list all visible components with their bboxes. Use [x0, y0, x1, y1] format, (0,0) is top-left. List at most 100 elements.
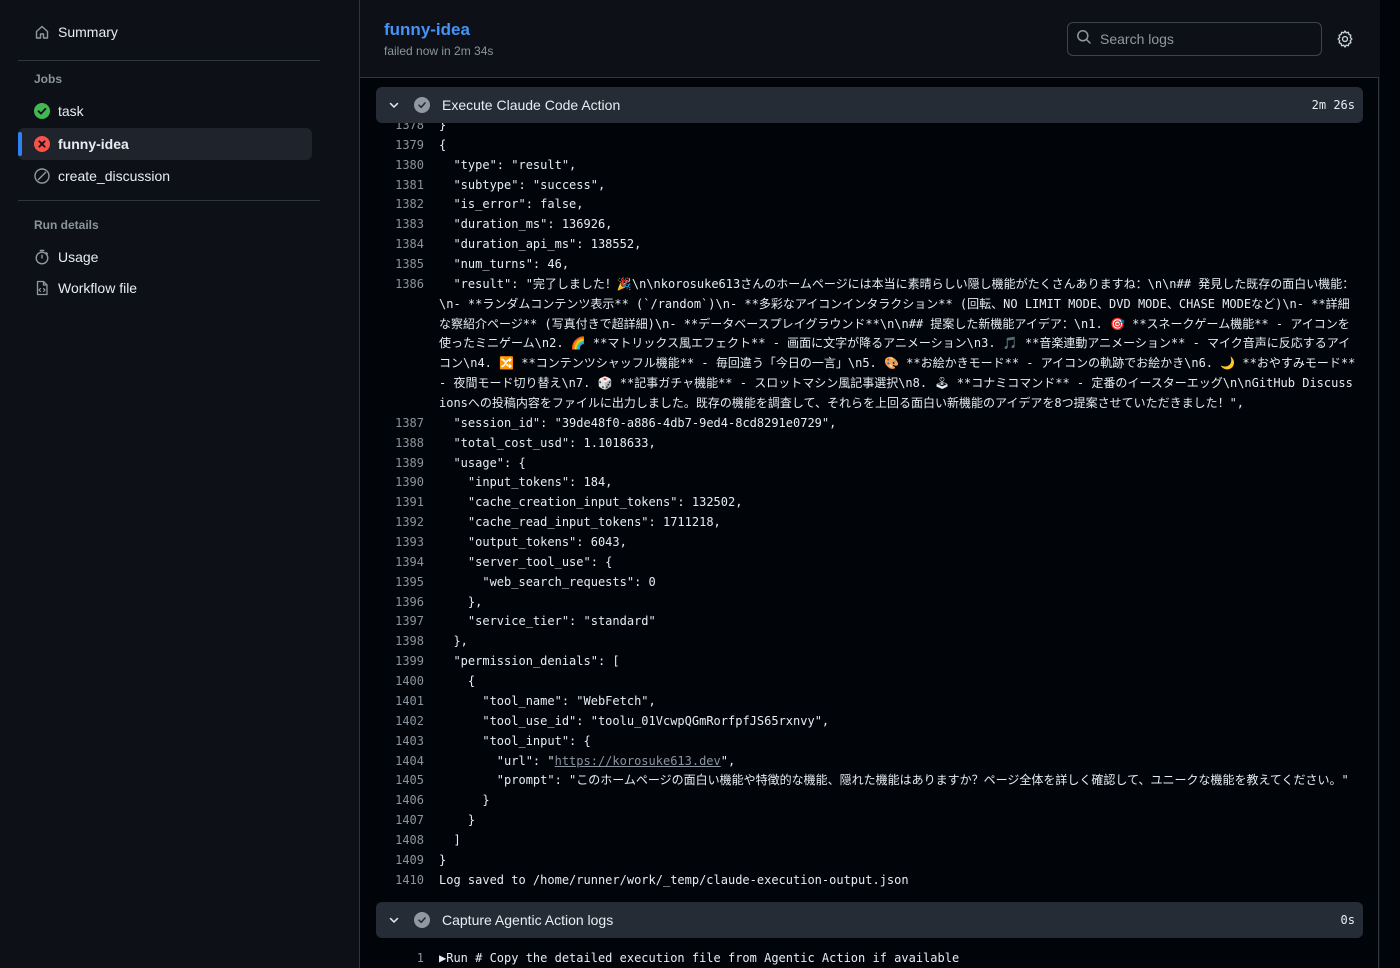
- page-scrollbar-track[interactable]: [1380, 0, 1400, 968]
- file-code-icon: [33, 280, 50, 297]
- log-text: "output_tokens": 6043,: [439, 535, 627, 550]
- log-text: }: [439, 813, 476, 828]
- line-number[interactable]: 1409: [376, 851, 424, 871]
- line-number[interactable]: 1403: [376, 732, 424, 752]
- log-line: 1380 "type": "result",: [376, 156, 1363, 176]
- log-line: 1385 "num_turns": 46,: [376, 255, 1363, 275]
- line-number[interactable]: 1392: [376, 513, 424, 533]
- line-number[interactable]: 1395: [376, 573, 424, 593]
- log-text: "cache_read_input_tokens": 1711218,: [439, 515, 721, 530]
- log-panel: funny-idea failed now in 2m 34s Execute …: [360, 0, 1379, 968]
- line-number[interactable]: 1379: [376, 136, 424, 156]
- log-text: }: [439, 852, 447, 867]
- line-number[interactable]: 1378: [376, 123, 424, 136]
- log-text: ]: [439, 832, 461, 847]
- log-line: 1403 "tool_input": {: [376, 732, 1363, 752]
- line-number[interactable]: 1: [376, 949, 424, 968]
- step-execute-claude-code-action[interactable]: Execute Claude Code Action 2m 26s: [376, 87, 1363, 123]
- sidebar-item-workflow-file[interactable]: Workflow file: [18, 272, 312, 304]
- log-line: 1386 "result": "完了しました！🎉\n\nkorosuke613さ…: [376, 275, 1363, 414]
- step-log-output: 1378} 1379 {1380 "type": "result", 1381 "su…: [376, 123, 1363, 896]
- line-number[interactable]: 1389: [376, 454, 424, 474]
- log-text: {: [439, 137, 447, 152]
- log-line: 1379 {: [376, 136, 1363, 156]
- sidebar-item-usage[interactable]: Usage: [18, 241, 312, 273]
- search-input[interactable]: [1100, 31, 1300, 47]
- log-line: 1387 "session_id": "39de48f0-a886-4db7-9…: [376, 414, 1363, 434]
- step-log-output: 1 ▶Run # Copy the detailed execution file…: [376, 949, 1363, 968]
- line-number[interactable]: 1402: [376, 712, 424, 732]
- step-check-icon: [414, 97, 430, 113]
- step-duration: 2m 26s: [1311, 98, 1355, 112]
- log-text: },: [439, 594, 483, 609]
- line-number[interactable]: 1406: [376, 791, 424, 811]
- line-number[interactable]: 1381: [376, 176, 424, 196]
- sidebar-item-task[interactable]: task: [18, 95, 312, 127]
- line-number[interactable]: 1390: [376, 473, 424, 493]
- line-number[interactable]: 1396: [376, 593, 424, 613]
- line-number[interactable]: 1407: [376, 811, 424, 831]
- log-line: 1407 }: [376, 811, 1363, 831]
- line-number[interactable]: 1400: [376, 672, 424, 692]
- line-number[interactable]: 1388: [376, 434, 424, 454]
- line-number[interactable]: 1401: [376, 692, 424, 712]
- step-name: Execute Claude Code Action: [442, 97, 621, 113]
- job-title[interactable]: funny-idea: [384, 20, 470, 40]
- log-line: 1405 "prompt": "このホームページの面白い機能や特徴的な機能、隠れ…: [376, 771, 1363, 791]
- failed-x-icon: [33, 136, 50, 153]
- line-number[interactable]: 1405: [376, 771, 424, 791]
- line-number[interactable]: 1399: [376, 652, 424, 672]
- log-line: 1402 "tool_use_id": "toolu_01VcwpQGmRorf…: [376, 712, 1363, 732]
- sidebar: Summary Jobs task funny-idea create_disc…: [0, 0, 360, 968]
- log-line: 1400 {: [376, 672, 1363, 692]
- sidebar-item-create-discussion[interactable]: create_discussion: [18, 160, 312, 192]
- log-text: "web_search_requests": 0: [439, 574, 656, 589]
- log-text: "duration_ms": 136926,: [439, 217, 613, 232]
- line-number[interactable]: 1385: [376, 255, 424, 275]
- search-logs[interactable]: [1067, 22, 1322, 56]
- log-text: "server_tool_use": {: [439, 554, 613, 569]
- log-text: "subtype": "success",: [439, 177, 606, 192]
- sidebar-item-summary[interactable]: Summary: [18, 16, 312, 48]
- log-line: 1390 "input_tokens": 184,: [376, 473, 1363, 493]
- log-line: 1 ▶Run # Copy the detailed execution file…: [376, 949, 1363, 968]
- line-number[interactable]: 1397: [376, 612, 424, 632]
- log-text: "duration_api_ms": 138552,: [439, 237, 642, 252]
- log-text: "num_turns": 46,: [439, 257, 570, 272]
- line-number[interactable]: 1410: [376, 871, 424, 891]
- sidebar-item-label: task: [58, 103, 84, 119]
- log-line: 1395 "web_search_requests": 0: [376, 573, 1363, 593]
- line-number[interactable]: 1387: [376, 414, 424, 434]
- log-line: 1388 "total_cost_usd": 1.1018633,: [376, 434, 1363, 454]
- gear-icon[interactable]: [1336, 30, 1354, 48]
- sidebar-item-label: Usage: [58, 249, 99, 265]
- line-number[interactable]: 1382: [376, 195, 424, 215]
- log-text: }: [439, 123, 447, 132]
- log-line: 1389 "usage": {: [376, 454, 1363, 474]
- line-number[interactable]: 1404: [376, 752, 424, 772]
- log-text: "url": "https://korosuke613.dev",: [439, 753, 736, 768]
- sidebar-item-label: Summary: [58, 24, 118, 40]
- line-number[interactable]: 1391: [376, 493, 424, 513]
- log-line: 1404 "url": "https://korosuke613.dev",: [376, 752, 1363, 772]
- jobs-heading: Jobs: [34, 72, 63, 86]
- line-number[interactable]: 1394: [376, 553, 424, 573]
- log-text: "cache_creation_input_tokens": 132502,: [439, 495, 743, 510]
- home-icon: [33, 24, 50, 41]
- sidebar-item-funny-idea[interactable]: funny-idea: [18, 128, 312, 160]
- success-check-icon: [33, 103, 50, 120]
- step-capture-agentic-action-logs[interactable]: Capture Agentic Action logs 0s: [376, 902, 1363, 938]
- line-number[interactable]: 1380: [376, 156, 424, 176]
- log-line: 1391 "cache_creation_input_tokens": 1325…: [376, 493, 1363, 513]
- log-text: "result": "完了しました！🎉\n\nkorosuke613さんのホーム…: [439, 276, 1363, 411]
- line-number[interactable]: 1398: [376, 632, 424, 652]
- line-number[interactable]: 1383: [376, 215, 424, 235]
- line-number[interactable]: 1384: [376, 235, 424, 255]
- log-link[interactable]: https://korosuke613.dev: [555, 754, 721, 768]
- line-number[interactable]: 1393: [376, 533, 424, 553]
- line-number[interactable]: 1386: [376, 275, 424, 414]
- log-line: 1408 ]: [376, 831, 1363, 851]
- line-number[interactable]: 1408: [376, 831, 424, 851]
- log-line: 1399 "permission_denials": [: [376, 652, 1363, 672]
- log-line: 1406 }: [376, 791, 1363, 811]
